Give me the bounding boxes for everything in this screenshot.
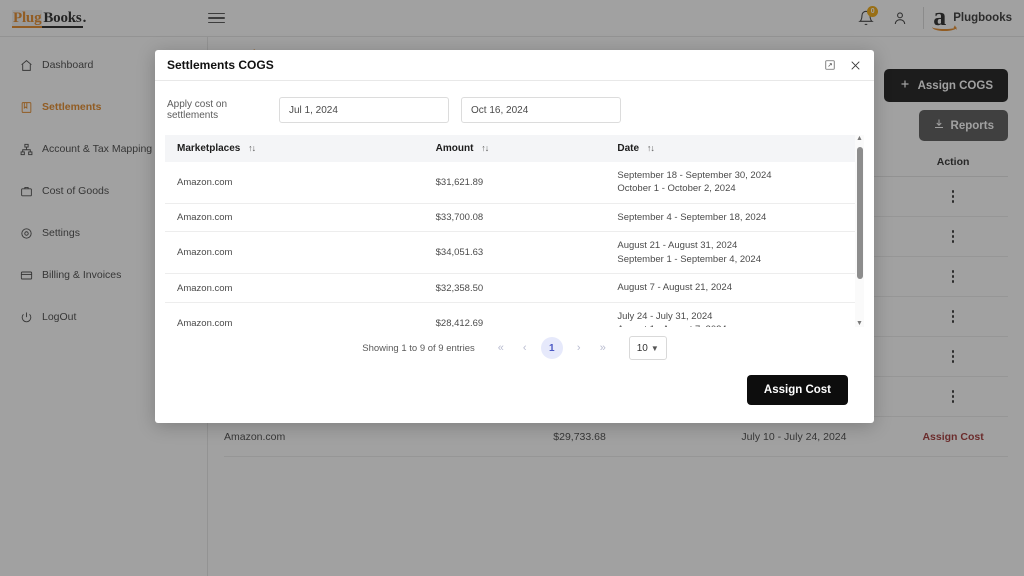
col-header-amount[interactable]: Amount ↑↓ xyxy=(424,135,606,162)
col-header-date[interactable]: Date ↑↓ xyxy=(605,135,864,162)
settlements-table-wrapper: Marketplaces ↑↓ Amount ↑↓ Date ↑↓ xyxy=(165,135,864,327)
col-label-amount: Amount xyxy=(436,143,474,154)
pagination-prev-button[interactable]: ‹ xyxy=(513,336,537,360)
close-icon[interactable] xyxy=(849,59,862,72)
cell-date: September 18 - September 30, 2024 Octobe… xyxy=(605,162,864,203)
settlements-cogs-modal: Settlements COGS Apply cost on settlemen… xyxy=(155,50,874,423)
scrollbar-thumb[interactable] xyxy=(857,147,863,279)
col-header-marketplaces[interactable]: Marketplaces ↑↓ xyxy=(165,135,424,162)
table-row[interactable]: Amazon.com $31,621.89 September 18 - Sep… xyxy=(165,162,864,203)
cell-amount: $28,412.69 xyxy=(424,302,606,327)
cell-date: September 4 - September 18, 2024 xyxy=(605,203,864,231)
table-row[interactable]: Amazon.com $34,051.63 August 21 - August… xyxy=(165,232,864,274)
pagination-page-1[interactable]: 1 xyxy=(541,337,563,359)
scroll-down-arrow-icon[interactable]: ▼ xyxy=(856,320,863,327)
end-date-input[interactable] xyxy=(461,97,621,123)
cell-date: August 21 - August 31, 2024 September 1 … xyxy=(605,232,864,274)
date-line: September 18 - September 30, 2024 xyxy=(617,169,864,182)
cell-amount: $33,700.08 xyxy=(424,203,606,231)
scroll-up-arrow-icon[interactable]: ▲ xyxy=(856,135,863,142)
settlements-header-row: Marketplaces ↑↓ Amount ↑↓ Date ↑↓ xyxy=(165,135,864,162)
cell-date: July 24 - July 31, 2024 August 1 - Augus… xyxy=(605,302,864,327)
cell-marketplace: Amazon.com xyxy=(165,274,424,302)
settlements-table-body: Amazon.com $31,621.89 September 18 - Sep… xyxy=(165,162,864,327)
table-row[interactable]: Amazon.com $33,700.08 September 4 - Sept… xyxy=(165,203,864,231)
date-line: August 7 - August 21, 2024 xyxy=(617,281,864,294)
pagination: Showing 1 to 9 of 9 entries « ‹ 1 › » 10… xyxy=(155,327,874,360)
sort-icon[interactable]: ↑↓ xyxy=(647,143,654,153)
pagination-last-button[interactable]: » xyxy=(591,336,615,360)
pagination-first-button[interactable]: « xyxy=(489,336,513,360)
sort-icon[interactable]: ↑↓ xyxy=(481,143,488,153)
modal-footer: Assign Cost xyxy=(155,375,874,423)
app-root: PlugBooks. 0 xyxy=(0,0,1024,576)
page-size-select[interactable]: 10 ▼ xyxy=(629,336,667,360)
date-line: October 1 - October 2, 2024 xyxy=(617,182,864,195)
modal-title: Settlements COGS xyxy=(167,58,274,72)
col-label-date: Date xyxy=(617,143,639,154)
col-label-marketplaces: Marketplaces xyxy=(177,143,240,154)
date-filter-row: Apply cost on settlements xyxy=(155,81,874,135)
table-row[interactable]: Amazon.com $28,412.69 July 24 - July 31,… xyxy=(165,302,864,327)
settlements-table: Marketplaces ↑↓ Amount ↑↓ Date ↑↓ xyxy=(165,135,864,327)
cell-amount: $32,358.50 xyxy=(424,274,606,302)
cell-marketplace: Amazon.com xyxy=(165,203,424,231)
date-line: September 1 - September 4, 2024 xyxy=(617,253,864,266)
cell-marketplace: Amazon.com xyxy=(165,302,424,327)
cell-amount: $31,621.89 xyxy=(424,162,606,203)
sort-icon[interactable]: ↑↓ xyxy=(248,143,255,153)
date-line: August 1 - August 7, 2024 xyxy=(617,323,864,327)
cell-marketplace: Amazon.com xyxy=(165,232,424,274)
modal-header-actions xyxy=(824,59,862,72)
date-line: September 4 - September 18, 2024 xyxy=(617,211,864,224)
start-date-input[interactable] xyxy=(279,97,449,123)
date-line: August 21 - August 31, 2024 xyxy=(617,239,864,252)
pagination-summary: Showing 1 to 9 of 9 entries xyxy=(362,343,475,354)
expand-icon[interactable] xyxy=(824,59,836,71)
chevron-down-icon: ▼ xyxy=(651,344,659,353)
table-row[interactable]: Amazon.com $32,358.50 August 7 - August … xyxy=(165,274,864,302)
cell-amount: $34,051.63 xyxy=(424,232,606,274)
pagination-next-button[interactable]: › xyxy=(567,336,591,360)
page-size-value: 10 xyxy=(637,343,648,354)
filter-label: Apply cost on settlements xyxy=(167,99,267,121)
table-scrollbar[interactable]: ▲ ▼ xyxy=(855,135,864,327)
settlements-table-head: Marketplaces ↑↓ Amount ↑↓ Date ↑↓ xyxy=(165,135,864,162)
cell-marketplace: Amazon.com xyxy=(165,162,424,203)
assign-cost-button[interactable]: Assign Cost xyxy=(747,375,848,405)
modal-header: Settlements COGS xyxy=(155,50,874,81)
cell-date: August 7 - August 21, 2024 xyxy=(605,274,864,302)
date-line: July 24 - July 31, 2024 xyxy=(617,310,864,323)
